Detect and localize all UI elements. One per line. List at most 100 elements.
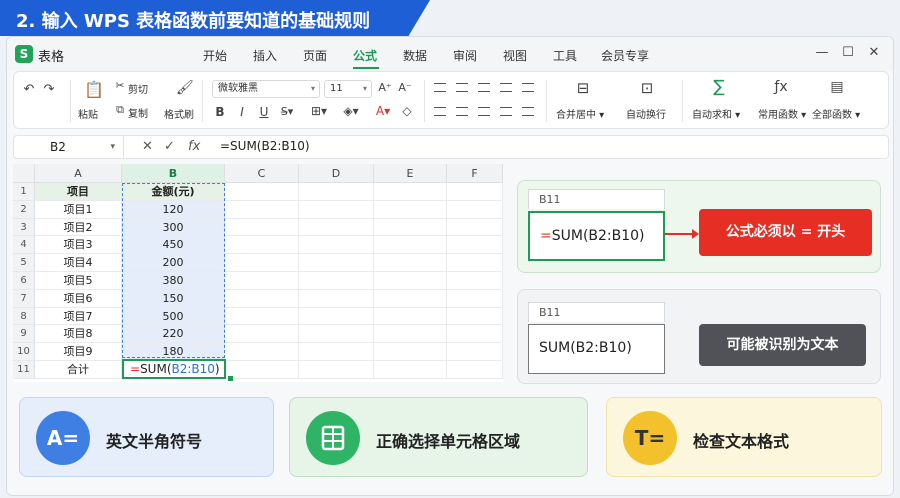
align-right-icon[interactable] <box>478 107 490 116</box>
cell-f1[interactable] <box>447 183 503 201</box>
fill-color-icon[interactable]: ◈▾ <box>342 104 360 118</box>
cell-e10[interactable] <box>374 343 447 361</box>
cell-c1[interactable] <box>225 183 299 201</box>
cell-e7[interactable] <box>374 289 447 308</box>
close-icon[interactable]: ✕ <box>865 44 883 62</box>
cell-f11[interactable] <box>447 361 503 379</box>
row-header[interactable]: 10 <box>13 343 35 361</box>
name-box[interactable]: B2 ▾ <box>14 136 124 158</box>
cell-c6[interactable] <box>225 272 299 290</box>
font-size-select[interactable]: 11 ▾ <box>324 80 372 98</box>
copy-button[interactable]: 复制 <box>128 105 148 120</box>
clear-format-icon[interactable]: ◇ <box>400 104 414 118</box>
select-all-corner[interactable] <box>13 164 35 183</box>
cell-a7[interactable]: 项目6 <box>35 289 122 308</box>
tab-home[interactable]: 开始 <box>203 47 227 64</box>
align-top-icon[interactable] <box>434 83 446 92</box>
cell-e3[interactable] <box>374 218 447 237</box>
format-painter-button[interactable]: 格式刷 <box>164 106 194 121</box>
row-header[interactable]: 5 <box>13 254 35 272</box>
cell-f3[interactable] <box>447 218 503 237</box>
cell-c11[interactable] <box>225 361 299 379</box>
cell-e9[interactable] <box>374 325 447 344</box>
cell-b1[interactable]: 金额(元) <box>122 183 225 201</box>
cell-c9[interactable] <box>225 325 299 344</box>
cell-d6[interactable] <box>299 272 374 290</box>
tab-tools[interactable]: 工具 <box>553 47 577 64</box>
cell-c8[interactable] <box>225 307 299 326</box>
merge-cells-icon[interactable]: ⊟ <box>574 79 592 97</box>
row-header[interactable]: 9 <box>13 325 35 344</box>
cell-d1[interactable] <box>299 183 374 201</box>
paste-button[interactable]: 粘贴 <box>78 106 98 121</box>
cell-b4[interactable]: 450 <box>122 236 225 255</box>
italic-icon[interactable]: I <box>236 105 248 119</box>
row-header[interactable]: 2 <box>13 200 35 219</box>
copy-icon[interactable]: ⧉ <box>114 103 126 117</box>
row-header[interactable]: 7 <box>13 289 35 308</box>
common-functions-button[interactable]: 常用函数 ▾ <box>758 106 806 121</box>
cell-f9[interactable] <box>447 325 503 344</box>
cell-b8[interactable]: 500 <box>122 307 225 326</box>
redo-icon[interactable]: ↷ <box>42 82 56 97</box>
font-grow-icon[interactable]: A⁺ <box>378 81 392 94</box>
cell-b7[interactable]: 150 <box>122 289 225 308</box>
row-header[interactable]: 3 <box>13 218 35 237</box>
undo-icon[interactable]: ↶ <box>22 82 36 97</box>
tab-insert[interactable]: 插入 <box>253 47 277 64</box>
row-header[interactable]: 6 <box>13 272 35 290</box>
row-header[interactable]: 11 <box>13 361 35 379</box>
cell-a2[interactable]: 项目1 <box>35 200 122 219</box>
cell-c2[interactable] <box>225 200 299 219</box>
format-painter-icon[interactable]: 🖌 <box>176 80 194 96</box>
cell-b2[interactable]: 120 <box>122 200 225 219</box>
justify-icon[interactable] <box>500 107 512 116</box>
cell-f4[interactable] <box>447 236 503 255</box>
align-center-icon[interactable] <box>456 107 468 116</box>
maximize-icon[interactable]: ☐ <box>839 44 857 62</box>
cell-d7[interactable] <box>299 289 374 308</box>
cell-c4[interactable] <box>225 236 299 255</box>
cell-e1[interactable] <box>374 183 447 201</box>
tab-page[interactable]: 页面 <box>303 47 327 64</box>
function-icon[interactable]: ƒx <box>772 79 790 95</box>
cell-e2[interactable] <box>374 200 447 219</box>
cell-c10[interactable] <box>225 343 299 361</box>
column-header-a[interactable]: A <box>35 164 122 183</box>
spreadsheet-grid[interactable]: A B C D E F 1 2 3 4 5 6 7 8 9 10 11 项目 金额(元) 项目1 120 项目2 300 项目… <box>13 164 503 382</box>
tab-view[interactable]: 视图 <box>503 47 527 64</box>
cell-e8[interactable] <box>374 307 447 326</box>
column-header-f[interactable]: F <box>447 164 503 183</box>
paste-icon[interactable]: 📋 <box>84 80 104 99</box>
cell-e11[interactable] <box>374 361 447 379</box>
column-header-e[interactable]: E <box>374 164 447 183</box>
strikethrough-icon[interactable]: S̶▾ <box>278 105 296 118</box>
cell-e4[interactable] <box>374 236 447 255</box>
underline-icon[interactable]: U <box>258 105 270 119</box>
cell-a10[interactable]: 项目9 <box>35 343 122 361</box>
cell-a4[interactable]: 项目3 <box>35 236 122 255</box>
cell-a5[interactable]: 项目4 <box>35 254 122 272</box>
fill-handle[interactable] <box>228 376 233 381</box>
tab-review[interactable]: 审阅 <box>453 47 477 64</box>
align-bottom-icon[interactable] <box>478 83 490 92</box>
cell-f8[interactable] <box>447 307 503 326</box>
tab-formula[interactable]: 公式 <box>353 47 377 64</box>
cell-b11-active[interactable]: =SUM(B2:B10) <box>122 359 226 379</box>
cell-c7[interactable] <box>225 289 299 308</box>
autosum-button[interactable]: 自动求和 ▾ <box>692 106 740 121</box>
cell-a1[interactable]: 项目 <box>35 183 122 201</box>
row-header[interactable]: 8 <box>13 307 35 326</box>
cell-a3[interactable]: 项目2 <box>35 218 122 237</box>
cell-a6[interactable]: 项目5 <box>35 272 122 290</box>
indent-decrease-icon[interactable] <box>500 83 512 92</box>
wrap-text-icon[interactable]: ⊡ <box>638 79 656 97</box>
formula-input[interactable]: =SUM(B2:B10) <box>220 139 310 153</box>
insert-function-icon[interactable]: fx <box>188 139 200 154</box>
cell-a8[interactable]: 项目7 <box>35 307 122 326</box>
cell-a9[interactable]: 项目8 <box>35 325 122 344</box>
column-header-d[interactable]: D <box>299 164 374 183</box>
minimize-icon[interactable]: — <box>813 44 831 62</box>
bold-icon[interactable]: B <box>214 105 226 119</box>
cell-d3[interactable] <box>299 218 374 237</box>
